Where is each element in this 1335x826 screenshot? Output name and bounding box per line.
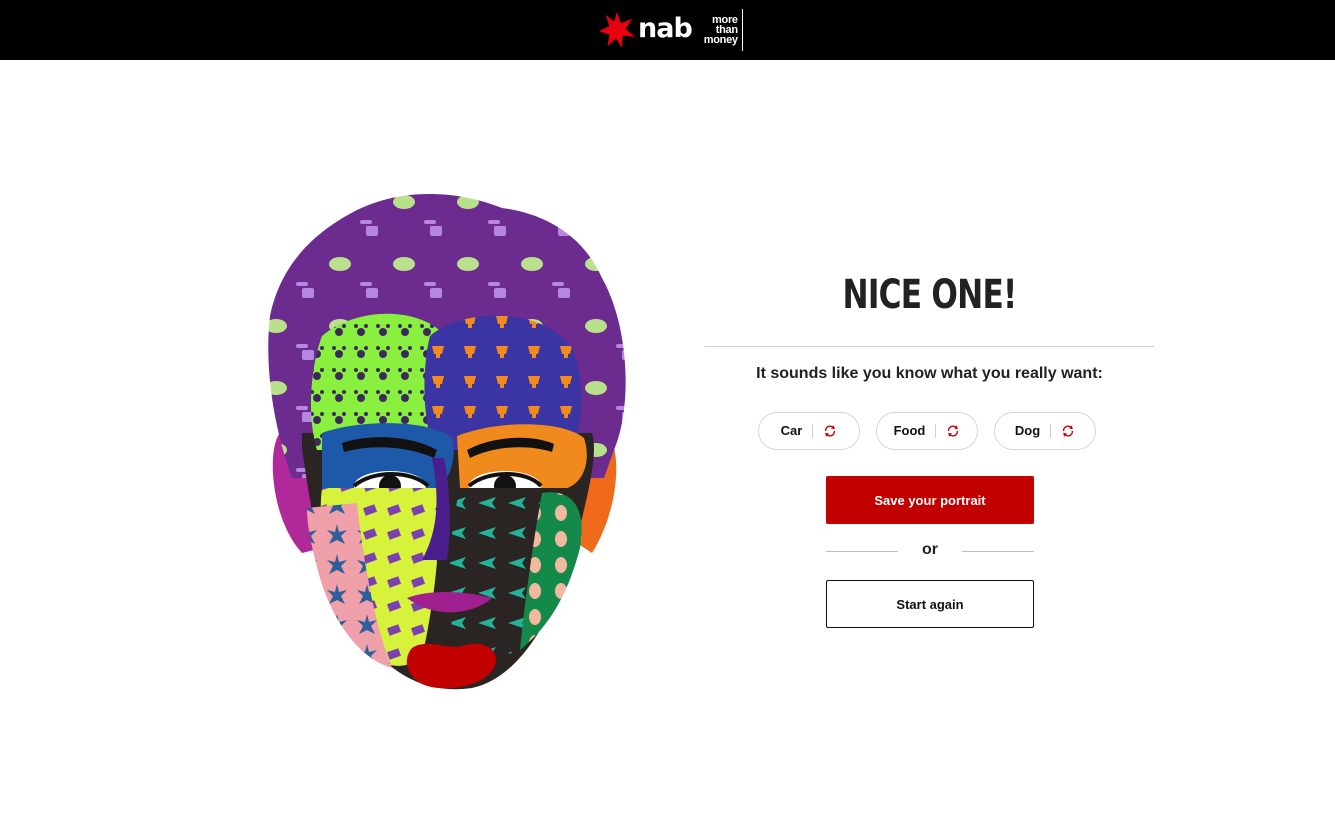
top-bar: nab more than money (0, 0, 1335, 60)
refresh-icon[interactable] (823, 424, 837, 438)
brand-tagline: more than money (704, 9, 743, 51)
brand-wordmark: nab (638, 12, 693, 44)
want-label: Dog (1015, 424, 1052, 438)
save-portrait-button[interactable]: Save your portrait (826, 476, 1034, 524)
divider (705, 346, 1154, 347)
tagline-line: money (703, 34, 738, 46)
or-separator: or (826, 541, 1034, 561)
page-title: NICE ONE! (842, 272, 1018, 318)
refresh-icon[interactable] (946, 424, 960, 438)
nab-star-icon (598, 11, 636, 49)
start-again-button[interactable]: Start again (826, 580, 1034, 628)
want-label: Car (781, 424, 814, 438)
result-panel: NICE ONE! It sounds like you know what y… (705, 265, 1154, 628)
or-line-right (962, 551, 1034, 552)
want-chip-car[interactable]: Car (758, 412, 860, 450)
want-label: Food (894, 424, 937, 438)
nab-logo[interactable]: nab more than money (598, 9, 743, 51)
refresh-icon[interactable] (1061, 424, 1075, 438)
result-subtitle: It sounds like you know what you really … (756, 365, 1103, 382)
patterned-face-illustration (268, 194, 626, 690)
want-chip-food[interactable]: Food (876, 412, 978, 450)
wants-list: Car Food Dog (758, 412, 1096, 450)
want-chip-dog[interactable]: Dog (994, 412, 1096, 450)
or-text: or (922, 541, 938, 558)
